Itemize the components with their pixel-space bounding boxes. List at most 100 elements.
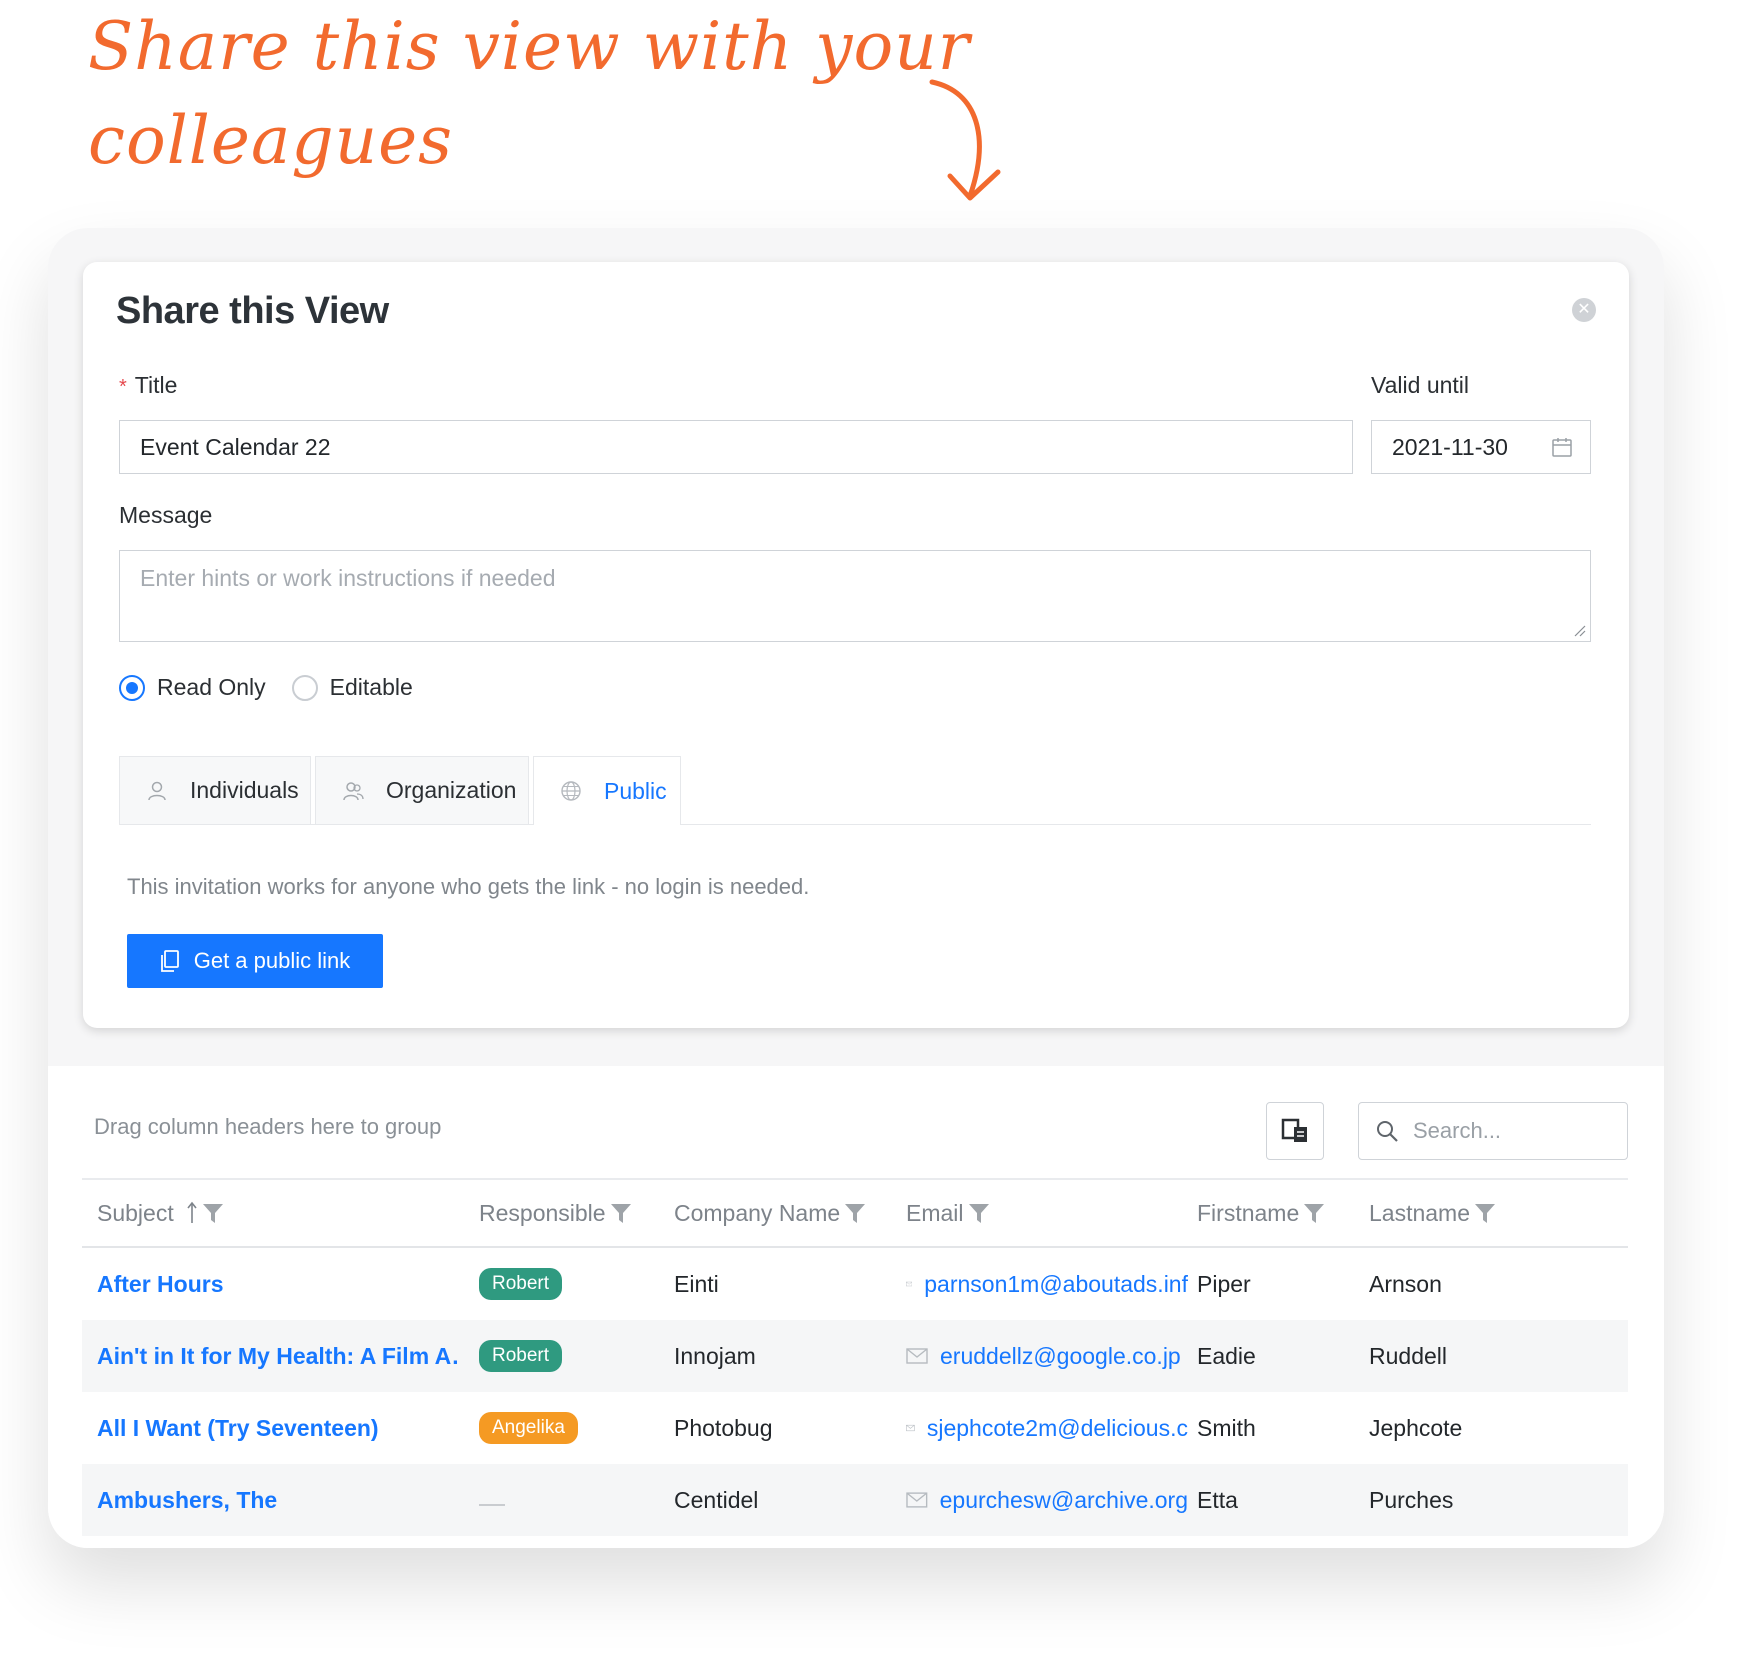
group-panel-hint[interactable]: Drag column headers here to group [94, 1114, 441, 1140]
filter-icon[interactable] [1474, 1202, 1496, 1224]
empty-responsible [479, 1504, 505, 1506]
responsible-badge: Robert [479, 1268, 563, 1300]
subject-link[interactable]: Ambushers, The [97, 1464, 457, 1536]
message-textarea[interactable] [119, 550, 1591, 642]
responsible-cell [479, 1464, 505, 1536]
column-header-responsible[interactable]: Responsible [479, 1180, 632, 1246]
dialog-title: Share this View [116, 290, 389, 332]
title-label: * Title [119, 372, 177, 399]
share-tabs: Individuals Organization Public [119, 756, 1591, 825]
search-icon [1377, 1121, 1398, 1142]
subject-link[interactable]: All I Want (Try Seventeen) [97, 1392, 457, 1464]
company-cell: Innojam [674, 1342, 756, 1369]
subject-link[interactable]: Ain't in It for My Health: A Film A… [97, 1320, 457, 1392]
column-header-email[interactable]: Email [906, 1180, 990, 1246]
responsible-badge: Robert [479, 1340, 563, 1372]
company-cell: Centidel [674, 1486, 759, 1513]
responsible-badge: Angelika [479, 1412, 578, 1444]
email-link[interactable]: eruddellz@google.co.jp [940, 1343, 1181, 1370]
column-header-label: Email [906, 1199, 964, 1226]
valid-until-label: Valid until [1371, 372, 1470, 398]
valid-until-date-picker[interactable]: 2021-11-30 [1371, 420, 1591, 474]
responsible-cell: Robert [479, 1320, 563, 1392]
tab-organization[interactable]: Organization [315, 756, 529, 824]
filter-icon[interactable] [1303, 1202, 1325, 1224]
search-input[interactable] [1411, 1117, 1615, 1145]
header-row: Subject Responsible Company Name Email F… [82, 1178, 1628, 1248]
firstname-cell: Eadie [1197, 1342, 1256, 1369]
share-dialog: Share this View ✕ * Title Event Calendar … [83, 262, 1629, 1028]
copy-icon [160, 949, 180, 973]
editable-radio[interactable] [291, 674, 318, 701]
table-row[interactable]: All I Want (Try Seventeen) Angelika Photob… [82, 1392, 1628, 1464]
tab-individuals-label: Individuals [190, 777, 299, 803]
read-only-radio[interactable] [119, 674, 145, 701]
mail-icon [906, 1492, 928, 1508]
access-radio-group: Read Only Editable [119, 674, 439, 701]
filter-icon[interactable] [968, 1202, 990, 1224]
table-row[interactable]: Ain't in It for My Health: A Film A… Robe… [82, 1320, 1628, 1392]
subject-link[interactable]: After Hours [97, 1248, 457, 1320]
email-link[interactable]: sjephcote2m@delicious.c [927, 1415, 1188, 1442]
mail-icon [906, 1348, 928, 1364]
column-header-company-name[interactable]: Company Name [674, 1180, 866, 1246]
close-icon: ✕ [1577, 301, 1591, 318]
close-button[interactable]: ✕ [1572, 298, 1596, 322]
lastname-cell: Purches [1369, 1486, 1454, 1513]
column-header-label: Lastname [1369, 1199, 1471, 1226]
column-header-lastname[interactable]: Lastname [1369, 1180, 1628, 1246]
editable-label[interactable]: Editable [330, 674, 413, 701]
grid-search[interactable] [1358, 1102, 1628, 1160]
tab-individuals[interactable]: Individuals [119, 756, 311, 824]
table-row[interactable]: After Hours Robert Einti parnson1m@aboutads… [82, 1248, 1628, 1320]
column-header-label: Company Name [674, 1199, 841, 1226]
email-link[interactable]: parnson1m@aboutads.inf [924, 1271, 1188, 1298]
column-header-label: Responsible [479, 1199, 606, 1226]
email-cell: epurchesw@archive.org [906, 1464, 1188, 1536]
users-icon [342, 780, 364, 802]
company-cell: Photobug [674, 1414, 773, 1441]
annotation-line-1: Share this view with your [88, 8, 971, 85]
tab-organization-label: Organization [386, 777, 517, 803]
calendar-icon[interactable] [1550, 435, 1574, 459]
mail-icon [906, 1424, 915, 1432]
required-mark: * [119, 376, 127, 398]
read-only-label[interactable]: Read Only [157, 674, 266, 701]
filter-icon[interactable] [610, 1202, 632, 1224]
curved-arrow-icon [929, 79, 1001, 201]
tab-public-label: Public [604, 777, 667, 804]
email-link[interactable]: epurchesw@archive.org [940, 1487, 1188, 1514]
firstname-cell: Smith [1197, 1414, 1256, 1441]
column-header-label: Firstname [1197, 1199, 1300, 1226]
sort-ascending-icon[interactable] [186, 1201, 198, 1225]
table-row[interactable]: Ambushers, The Centidel epurchesw@archive.… [82, 1464, 1628, 1536]
responsible-cell: Robert [479, 1248, 563, 1320]
data-grid: Drag column headers here to group Subjec… [48, 1066, 1664, 1548]
filter-icon[interactable] [844, 1202, 866, 1224]
email-cell: eruddellz@google.co.jp [906, 1320, 1188, 1392]
message-label: Message [119, 502, 213, 528]
valid-until-value: 2021-11-30 [1392, 433, 1508, 460]
column-header-subject[interactable]: Subject [97, 1180, 224, 1246]
firstname-cell: Piper [1197, 1270, 1251, 1297]
mail-icon [906, 1281, 913, 1287]
firstname-cell: Etta [1197, 1486, 1238, 1513]
annotation-headline: Share this view with your colleagues [88, 0, 988, 188]
tab-public[interactable]: Public [533, 756, 681, 825]
column-chooser-button[interactable] [1266, 1102, 1324, 1160]
title-input[interactable]: Event Calendar 22 [119, 420, 1353, 474]
user-icon [146, 780, 168, 802]
public-info-text: This invitation works for anyone who get… [127, 874, 810, 899]
lastname-cell: Jephcote [1369, 1414, 1463, 1441]
lastname-cell: Arnson [1369, 1270, 1442, 1297]
title-label-text: Title [134, 372, 178, 398]
get-public-link-button[interactable]: Get a public link [127, 934, 383, 988]
filter-icon[interactable] [202, 1202, 224, 1224]
get-public-link-label: Get a public link [193, 948, 351, 973]
column-header-firstname[interactable]: Firstname [1197, 1180, 1325, 1246]
resize-grip-icon[interactable] [1574, 625, 1586, 637]
lastname-cell: Ruddell [1369, 1342, 1447, 1369]
grid-table: Subject Responsible Company Name Email F… [82, 1178, 1628, 1536]
email-cell: sjephcote2m@delicious.c [906, 1392, 1188, 1464]
email-cell: parnson1m@aboutads.inf [906, 1248, 1188, 1320]
